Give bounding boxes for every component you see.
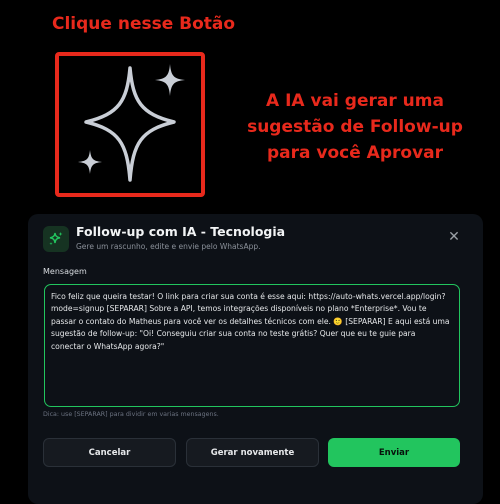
annotation-callout-title: Clique nesse Botão [52, 14, 236, 34]
annotation-highlight-box [55, 52, 205, 197]
modal-title: Follow-up com IA - Tecnologia [76, 224, 286, 239]
annotation-callout-note: A IA vai gerar uma sugestão de Follow-up… [247, 91, 463, 163]
message-field[interactable] [44, 284, 460, 407]
cancel-button[interactable]: Cancelar [43, 438, 176, 467]
close-icon[interactable]: ✕ [447, 230, 461, 244]
modal-subtitle: Gere um rascunho, edite e envie pelo Wha… [76, 242, 261, 251]
separator-hint: Dica: use [SEPARAR] para dividir em vari… [43, 411, 219, 418]
followup-modal: Follow-up com IA - Tecnologia Gere um ra… [28, 214, 483, 504]
regenerate-button[interactable]: Gerar novamente [186, 438, 319, 467]
sparkles-icon [43, 226, 69, 252]
send-button[interactable]: Enviar [328, 438, 460, 467]
sparkles-icon[interactable] [59, 56, 201, 193]
message-textarea[interactable] [51, 291, 451, 399]
message-label: Mensagem [43, 267, 87, 276]
